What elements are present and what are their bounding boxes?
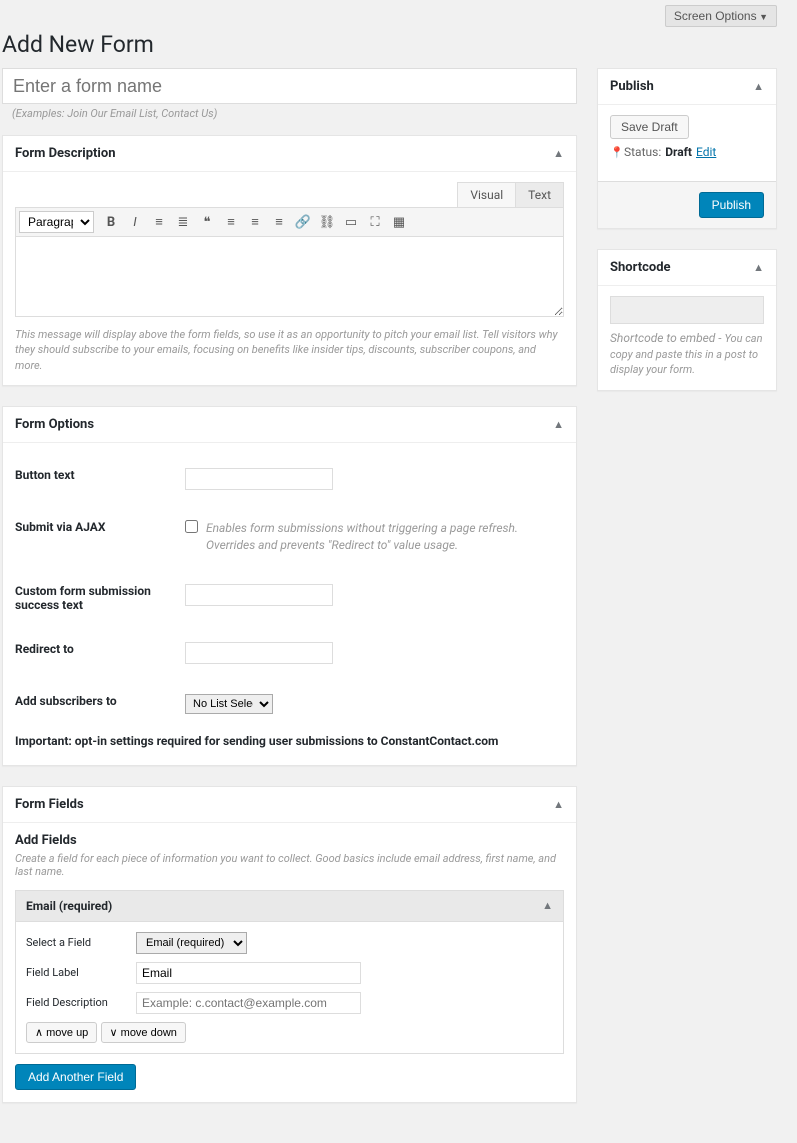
chevron-up-icon: ∧ <box>35 1027 46 1039</box>
publish-button[interactable]: Publish <box>699 192 764 218</box>
ajax-description: Enables form submissions without trigger… <box>206 520 564 554</box>
form-fields-title: Form Fields <box>15 797 84 812</box>
bold-icon[interactable]: B <box>100 211 122 233</box>
link-icon[interactable]: 🔗 <box>292 211 314 233</box>
field-label-label: Field Label <box>26 966 136 979</box>
collapse-toggle[interactable]: ▲ <box>553 798 564 811</box>
field-desc-label: Field Description <box>26 996 136 1009</box>
add-fields-heading: Add Fields <box>15 833 564 848</box>
save-draft-button[interactable]: Save Draft <box>610 115 689 139</box>
field-label-input[interactable] <box>136 962 361 984</box>
form-options-title: Form Options <box>15 417 94 432</box>
field-item-title: Email (required) <box>26 899 112 913</box>
collapse-toggle[interactable]: ▲ <box>553 418 564 431</box>
field-desc-input[interactable] <box>136 992 361 1014</box>
key-icon: 📍 <box>610 146 620 159</box>
align-center-icon[interactable]: ≡ <box>244 211 266 233</box>
format-select[interactable]: Paragraph <box>19 211 94 233</box>
form-name-input[interactable] <box>2 68 577 104</box>
collapse-toggle[interactable]: ▲ <box>542 899 553 912</box>
ajax-label: Submit via AJAX <box>15 505 185 569</box>
number-list-icon[interactable]: ≣ <box>172 211 194 233</box>
toolbar-toggle-icon[interactable]: ▦ <box>388 211 410 233</box>
add-another-field-button[interactable]: Add Another Field <box>15 1064 136 1090</box>
select-field-label: Select a Field <box>26 936 136 949</box>
description-textarea[interactable] <box>15 237 564 317</box>
status-label: Status: <box>624 145 661 159</box>
success-text-input[interactable] <box>185 584 333 606</box>
move-up-button[interactable]: ∧ move up <box>26 1022 97 1043</box>
move-down-button[interactable]: ∨ move down <box>101 1022 186 1043</box>
collapse-toggle[interactable]: ▲ <box>753 261 764 274</box>
button-text-label: Button text <box>15 453 185 505</box>
list-select[interactable]: No List Selected <box>185 694 273 714</box>
add-subscribers-label: Add subscribers to <box>15 679 185 729</box>
field-type-select[interactable]: Email (required) <box>136 932 247 954</box>
readmore-icon[interactable]: ▭ <box>340 211 362 233</box>
italic-icon[interactable]: I <box>124 211 146 233</box>
blockquote-icon[interactable]: ❝ <box>196 211 218 233</box>
ajax-checkbox[interactable] <box>185 520 198 533</box>
publish-box: Publish ▲ Save Draft 📍 Status: Draft Edi… <box>597 68 777 229</box>
visual-tab[interactable]: Visual <box>457 182 516 207</box>
edit-status-link[interactable]: Edit <box>696 145 716 159</box>
form-description-box: Form Description ▲ Visual Text Paragraph… <box>2 135 577 386</box>
shortcode-input[interactable] <box>610 296 764 324</box>
field-item: Email (required) ▲ Select a Field Email … <box>15 890 564 1054</box>
unlink-icon[interactable]: ⛓ <box>316 211 338 233</box>
collapse-toggle[interactable]: ▲ <box>753 80 764 93</box>
collapse-toggle[interactable]: ▲ <box>553 147 564 160</box>
shortcode-description: Shortcode to embed - You can copy and pa… <box>610 330 764 378</box>
description-hint: This message will display above the form… <box>15 327 564 373</box>
status-value: Draft <box>665 145 692 159</box>
text-tab[interactable]: Text <box>515 182 564 207</box>
important-note: Important: opt-in settings required for … <box>15 729 564 753</box>
shortcode-box: Shortcode ▲ Shortcode to embed - You can… <box>597 249 777 391</box>
shortcode-title: Shortcode <box>610 260 671 275</box>
page-title: Add New Form <box>2 31 777 58</box>
redirect-label: Redirect to <box>15 627 185 679</box>
add-fields-desc: Create a field for each piece of informa… <box>15 852 564 878</box>
fullscreen-icon[interactable]: ⛶ <box>364 211 386 233</box>
form-fields-box: Form Fields ▲ Add Fields Create a field … <box>2 786 577 1103</box>
form-description-title: Form Description <box>15 146 116 161</box>
button-text-input[interactable] <box>185 468 333 490</box>
bullet-list-icon[interactable]: ≡ <box>148 211 170 233</box>
redirect-input[interactable] <box>185 642 333 664</box>
chevron-down-icon: ∨ <box>110 1027 121 1039</box>
form-options-box: Form Options ▲ Button text Submit via AJ… <box>2 406 577 766</box>
align-right-icon[interactable]: ≡ <box>268 211 290 233</box>
align-left-icon[interactable]: ≡ <box>220 211 242 233</box>
publish-title: Publish <box>610 79 654 94</box>
editor-toolbar: Paragraph B I ≡ ≣ ❝ ≡ ≡ ≡ 🔗 ⛓ ▭ ⛶ ▦ <box>15 207 564 237</box>
success-text-label: Custom form submission success text <box>15 569 185 627</box>
form-name-hint: (Examples: Join Our Email List, Contact … <box>2 103 577 120</box>
screen-options-button[interactable]: Screen Options <box>665 5 777 27</box>
